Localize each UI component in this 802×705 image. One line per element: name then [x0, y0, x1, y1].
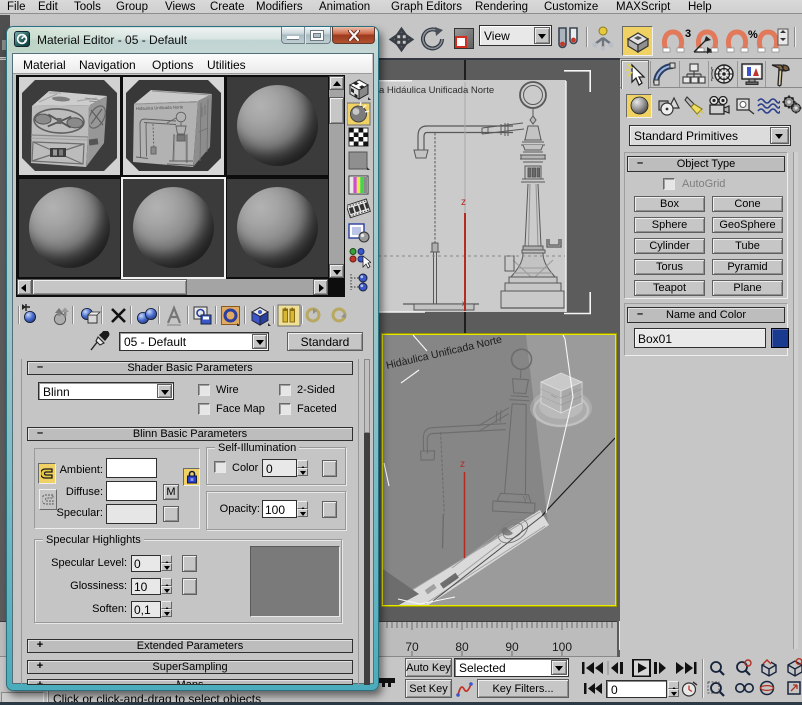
svg-text:90: 90	[505, 640, 519, 654]
svg-text:%: %	[748, 29, 758, 41]
svg-text:z: z	[460, 459, 465, 470]
svg-text:y: y	[523, 493, 528, 503]
svg-text:3: 3	[685, 28, 691, 40]
svg-text:70: 70	[405, 640, 419, 654]
svg-text:100: 100	[552, 640, 572, 654]
svg-text:80: 80	[455, 640, 469, 654]
